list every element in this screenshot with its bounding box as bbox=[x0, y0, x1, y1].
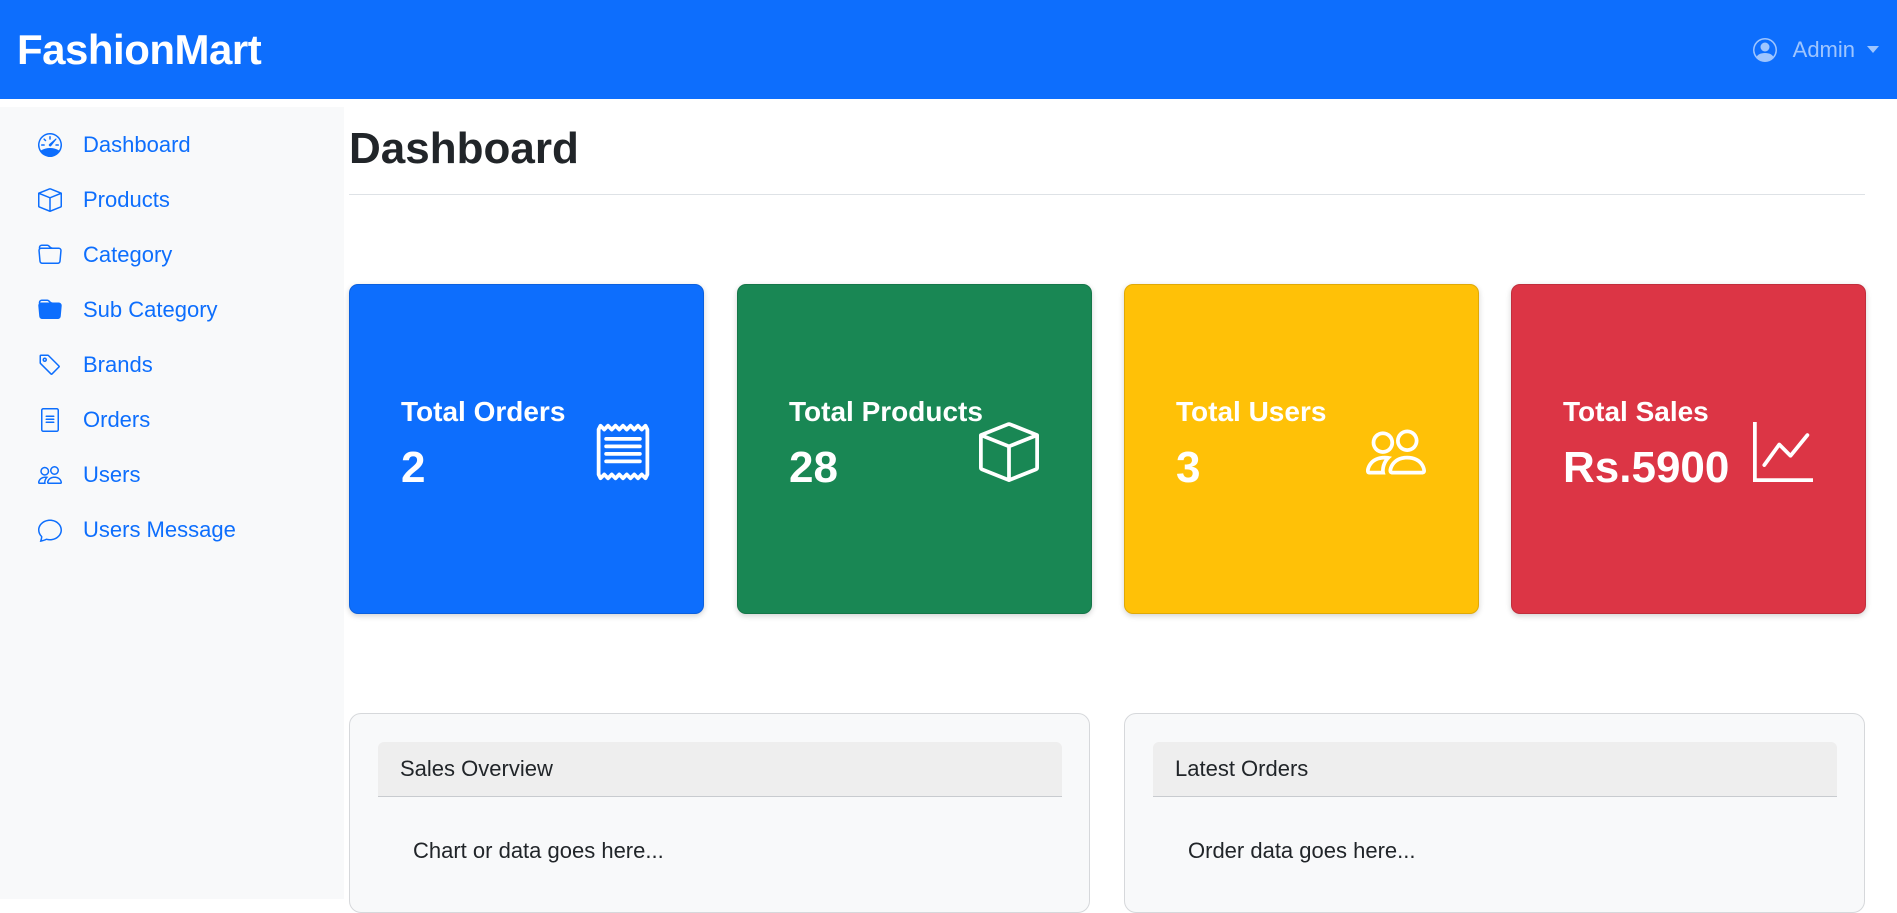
tag-icon bbox=[37, 352, 63, 378]
panel-header: Sales Overview bbox=[378, 742, 1062, 797]
receipt-icon bbox=[593, 422, 653, 482]
sidebar-item-label: Users bbox=[83, 461, 141, 487]
folder-filled-icon bbox=[37, 297, 63, 323]
sidebar-item-label: Brands bbox=[83, 351, 153, 377]
stat-card-total-users[interactable]: Total Users 3 bbox=[1124, 284, 1479, 614]
stat-value: 3 bbox=[1176, 443, 1201, 492]
stat-value: Rs.5900 bbox=[1563, 443, 1730, 492]
stat-label: Total Sales bbox=[1563, 396, 1709, 427]
speedometer-icon bbox=[37, 132, 63, 158]
sidebar-item-label: Orders bbox=[83, 406, 151, 432]
sidebar-item-label: Products bbox=[83, 186, 170, 212]
panel-body: Chart or data goes here... bbox=[413, 838, 664, 863]
stat-label: Total Orders bbox=[401, 396, 566, 427]
stat-value: 2 bbox=[401, 443, 426, 492]
main-content: Dashboard Total Orders 2 Total Products … bbox=[349, 99, 1866, 913]
sidebar-item-category[interactable]: Category bbox=[0, 227, 344, 282]
divider bbox=[349, 194, 1865, 195]
user-label: Admin bbox=[1792, 36, 1855, 62]
sidebar-item-users[interactable]: Users bbox=[0, 447, 344, 502]
people-icon bbox=[37, 462, 63, 488]
sidebar-item-brands[interactable]: Brands bbox=[0, 337, 344, 392]
panel-latest-orders: Latest Orders Order data goes here... bbox=[1124, 713, 1865, 913]
sidebar: Dashboard Products Category Sub Category… bbox=[0, 107, 344, 899]
stat-card-total-products[interactable]: Total Products 28 bbox=[737, 284, 1092, 614]
graph-up-icon bbox=[1753, 422, 1813, 482]
sidebar-item-label: Sub Category bbox=[83, 296, 218, 322]
sidebar-item-label: Dashboard bbox=[83, 131, 191, 157]
box-icon bbox=[37, 187, 63, 213]
brand-logo[interactable]: FashionMart bbox=[17, 26, 262, 74]
chat-icon bbox=[37, 517, 63, 543]
panel-body: Order data goes here... bbox=[1188, 838, 1416, 863]
panel-header: Latest Orders bbox=[1153, 742, 1837, 797]
stat-card-total-sales[interactable]: Total Sales Rs.5900 bbox=[1511, 284, 1866, 614]
sidebar-item-dashboard[interactable]: Dashboard bbox=[0, 117, 344, 172]
sidebar-item-products[interactable]: Products bbox=[0, 172, 344, 227]
sidebar-item-label: Category bbox=[83, 241, 173, 267]
sidebar-item-sub-category[interactable]: Sub Category bbox=[0, 282, 344, 337]
page-title: Dashboard bbox=[349, 124, 579, 173]
folder-icon bbox=[37, 242, 63, 268]
top-navbar: FashionMart Admin bbox=[0, 0, 1897, 99]
sidebar-item-orders[interactable]: Orders bbox=[0, 392, 344, 447]
box-icon bbox=[979, 422, 1039, 482]
user-dropdown[interactable]: Admin bbox=[1752, 36, 1879, 63]
receipt-icon bbox=[37, 407, 63, 433]
people-icon bbox=[1366, 422, 1426, 482]
stat-card-total-orders[interactable]: Total Orders 2 bbox=[349, 284, 704, 614]
panel-sales-overview: Sales Overview Chart or data goes here..… bbox=[349, 713, 1090, 913]
stat-label: Total Products bbox=[789, 396, 983, 427]
sidebar-item-users-message[interactable]: Users Message bbox=[0, 502, 344, 557]
stat-label: Total Users bbox=[1176, 396, 1327, 427]
chevron-down-icon bbox=[1867, 46, 1879, 53]
person-circle-icon bbox=[1752, 37, 1777, 62]
sidebar-item-label: Users Message bbox=[83, 516, 236, 542]
stat-value: 28 bbox=[789, 443, 838, 492]
